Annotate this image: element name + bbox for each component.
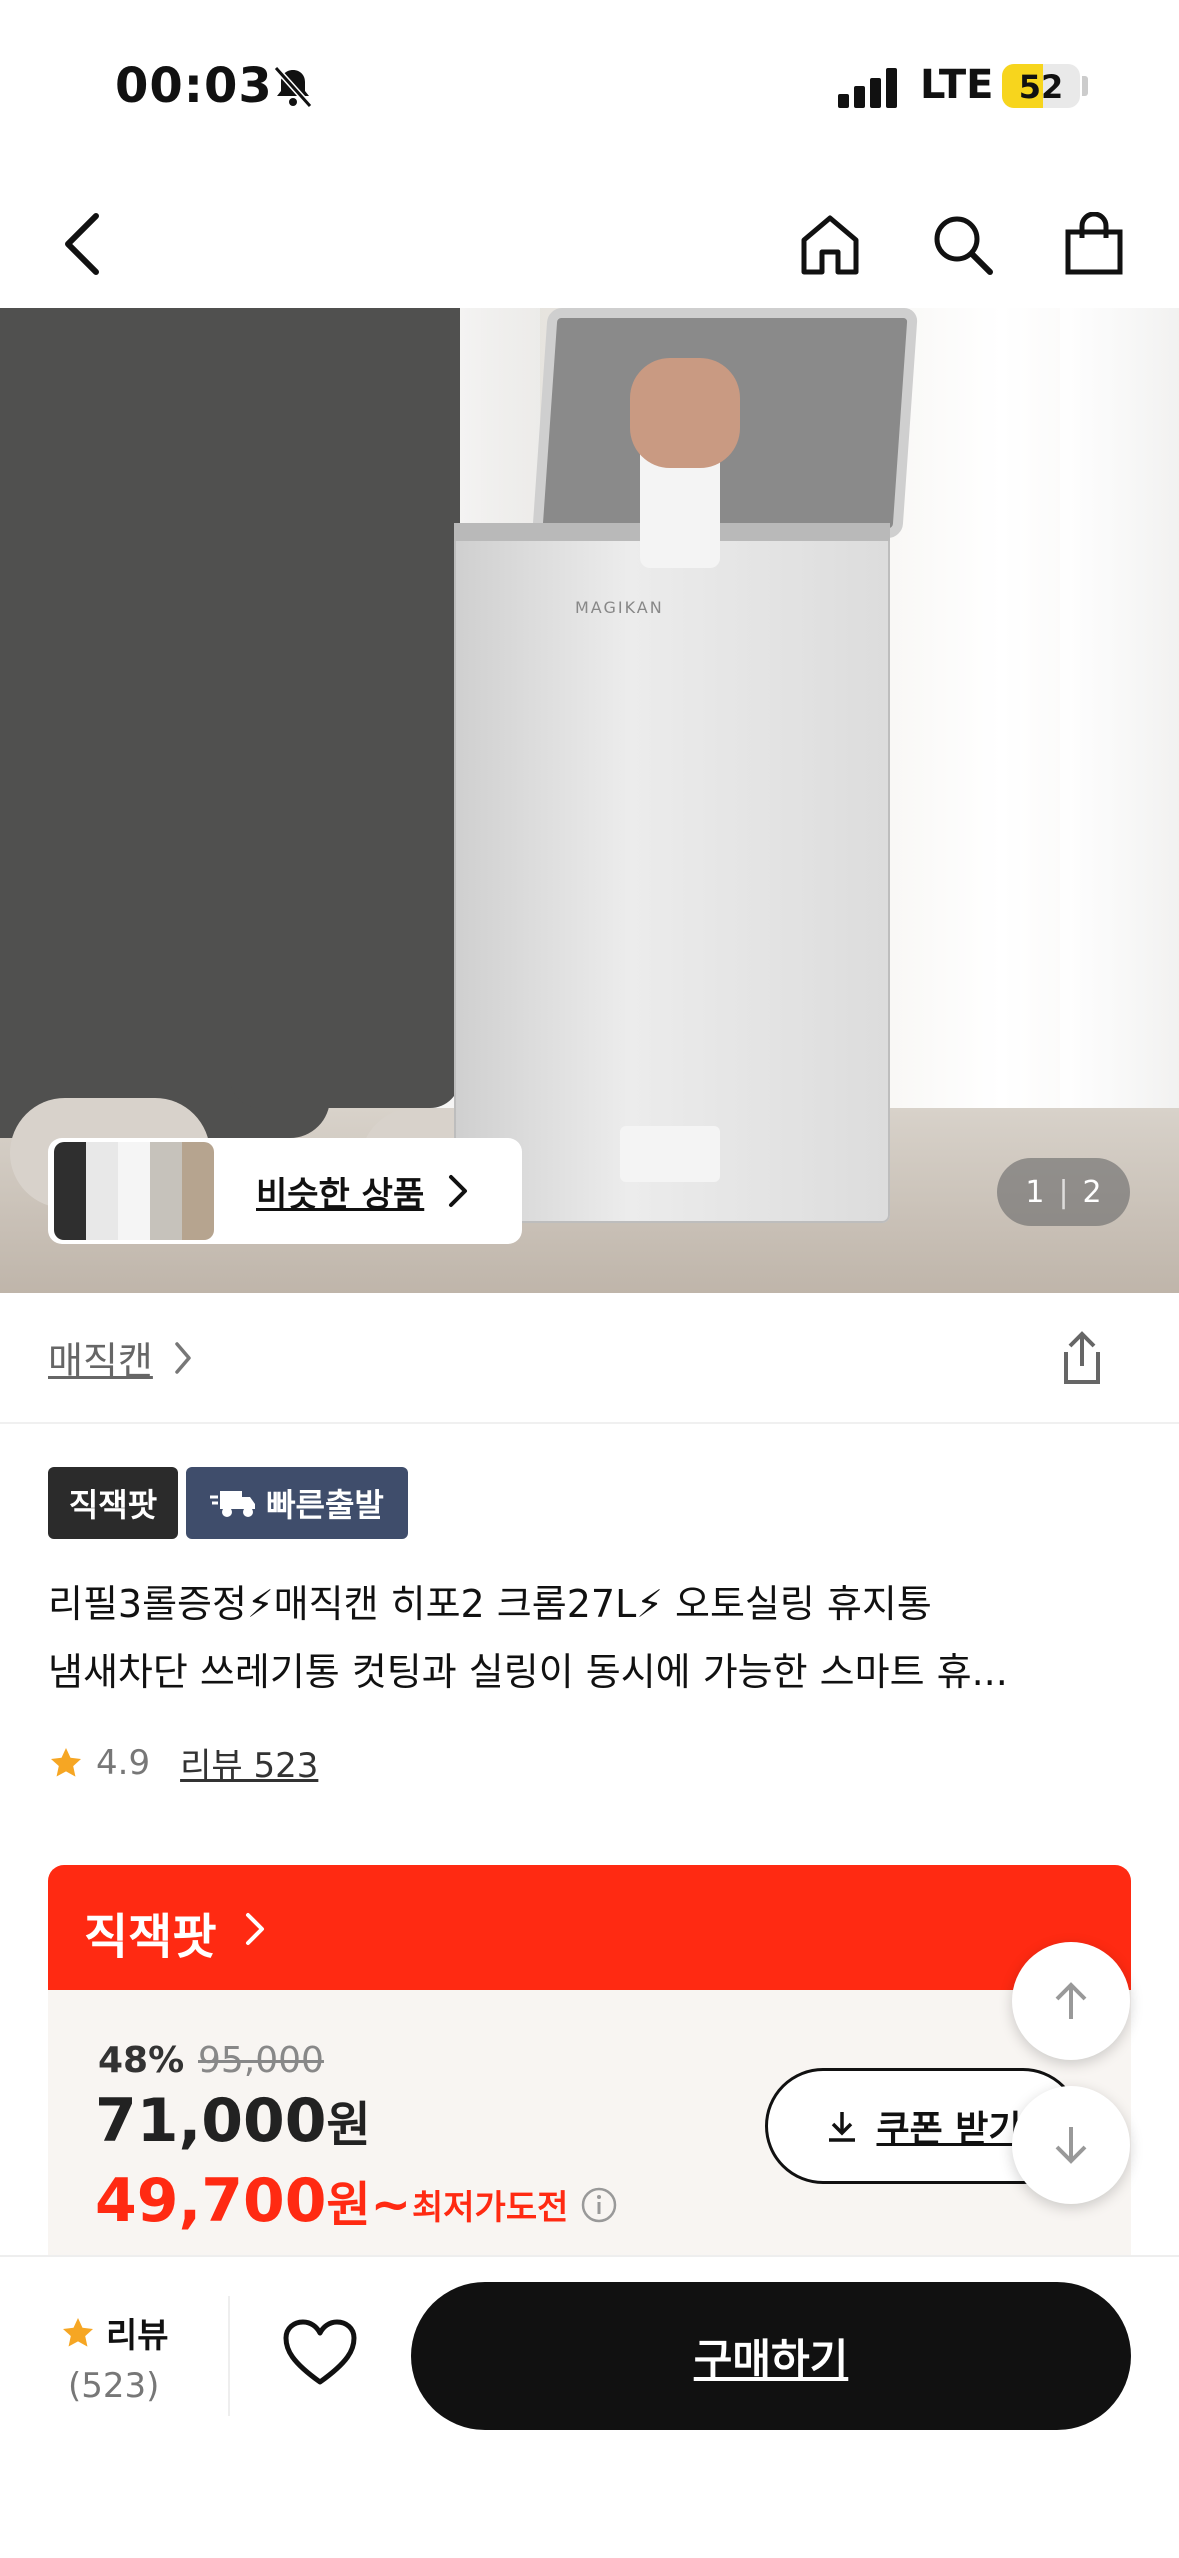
download-icon <box>829 2112 856 2142</box>
search-icon <box>934 216 993 275</box>
similar-thumbnails <box>54 1142 214 1240</box>
search-button[interactable] <box>922 204 1002 284</box>
product-title: 리필3롤증정⚡매직캔 히포2 크롬27L⚡ 오토실링 휴지통 냄새차단 쓰레기통… <box>48 1570 1138 1706</box>
price: 71,000원 <box>95 2085 371 2156</box>
pager-current: 1 <box>1025 1174 1045 1210</box>
brand-link[interactable]: 매직캔 <box>48 1330 193 1385</box>
fast-shipping-badge: 빠른출발 <box>186 1467 408 1539</box>
sale-price-value: 49,700 <box>95 2166 327 2236</box>
heart-icon <box>283 2319 357 2385</box>
wishlist-button[interactable] <box>282 2318 358 2392</box>
deal-header[interactable]: 직잭팟 <box>48 1865 1131 1991</box>
pager-total: 2 <box>1082 1174 1102 1210</box>
bin-brand-mark: MAGIKAN <box>575 598 664 617</box>
scroll-up-button[interactable] <box>1012 1942 1130 2060</box>
info-icon <box>582 2187 617 2222</box>
brand-name: 매직캔 <box>48 1339 153 1383</box>
battery-level: 52 <box>1018 68 1064 106</box>
rating-value: 4.9 <box>96 1742 151 1783</box>
cart-button[interactable] <box>1054 204 1134 284</box>
chevron-left-icon <box>65 213 99 275</box>
discount-rate: 48% <box>98 2040 185 2081</box>
divider <box>228 2296 230 2416</box>
review-link[interactable]: 리뷰 523 <box>180 1738 318 1787</box>
coupon-label: 쿠폰 받기 <box>876 2109 1022 2150</box>
home-icon <box>801 215 859 275</box>
lowest-price-info[interactable]: 최저가도전 <box>412 2180 618 2229</box>
signal-icon <box>838 68 900 108</box>
rating-row: 4.9 리뷰 523 <box>48 1738 318 1787</box>
star-icon <box>51 1747 81 1777</box>
star-icon <box>63 2317 93 2347</box>
scroll-down-button[interactable] <box>1012 2086 1130 2204</box>
price-unit: 원 <box>326 2097 371 2153</box>
original-price: 95,000 <box>198 2040 324 2081</box>
direct-badge: 직잭팟 <box>48 1467 178 1539</box>
divider <box>0 1422 1179 1424</box>
sale-price: 49,700원~ <box>95 2165 411 2236</box>
arrow-down-icon <box>1055 2127 1087 2164</box>
product-title-line2: 냄새차단 쓰레기통 컷팅과 실링이 동시에 가능한 스마트 휴... <box>48 1650 1008 1694</box>
sale-price-unit: 원~ <box>326 2177 411 2233</box>
bottom-review-count: (523) <box>68 2366 160 2406</box>
truck-icon <box>210 1491 256 1517</box>
chevron-right-icon <box>175 1341 191 1374</box>
back-button[interactable] <box>42 204 122 284</box>
network-label: LTE <box>920 62 994 108</box>
product-title-line1: 리필3롤증정⚡매직캔 히포2 크롬27L⚡ 오토실링 휴지통 <box>48 1582 932 1626</box>
arrow-up-icon <box>1055 1982 1087 2019</box>
price-value: 71,000 <box>95 2086 327 2156</box>
similar-products-label: 비슷한 상품 <box>256 1174 425 1215</box>
battery-tip <box>1082 76 1088 96</box>
image-pager: 1 | 2 <box>997 1158 1130 1226</box>
battery-icon: 52 <box>1002 64 1080 108</box>
lowest-price-label: 최저가도전 <box>412 2188 569 2228</box>
deal-header-label: 직잭팟 <box>84 1909 217 1965</box>
share-button[interactable] <box>1052 1328 1112 1392</box>
status-time: 00:03 <box>115 58 273 114</box>
shopping-bag-icon <box>1065 212 1123 275</box>
buy-button[interactable]: 구매하기 <box>411 2282 1131 2430</box>
product-image[interactable]: MAGIKAN 비슷한 상품 1 | 2 <box>0 308 1179 1293</box>
bell-off-icon <box>270 64 316 110</box>
similar-products-button[interactable]: 비슷한 상품 <box>48 1138 522 1244</box>
bottom-review-button[interactable]: 리뷰 <box>60 2308 169 2357</box>
home-button[interactable] <box>790 204 870 284</box>
share-icon <box>1064 1331 1100 1384</box>
fast-shipping-label: 빠른출발 <box>266 1486 384 1524</box>
chevron-right-icon <box>449 1175 468 1207</box>
chevron-right-icon <box>246 1913 264 1945</box>
bottom-review-label: 리뷰 <box>106 2316 169 2356</box>
